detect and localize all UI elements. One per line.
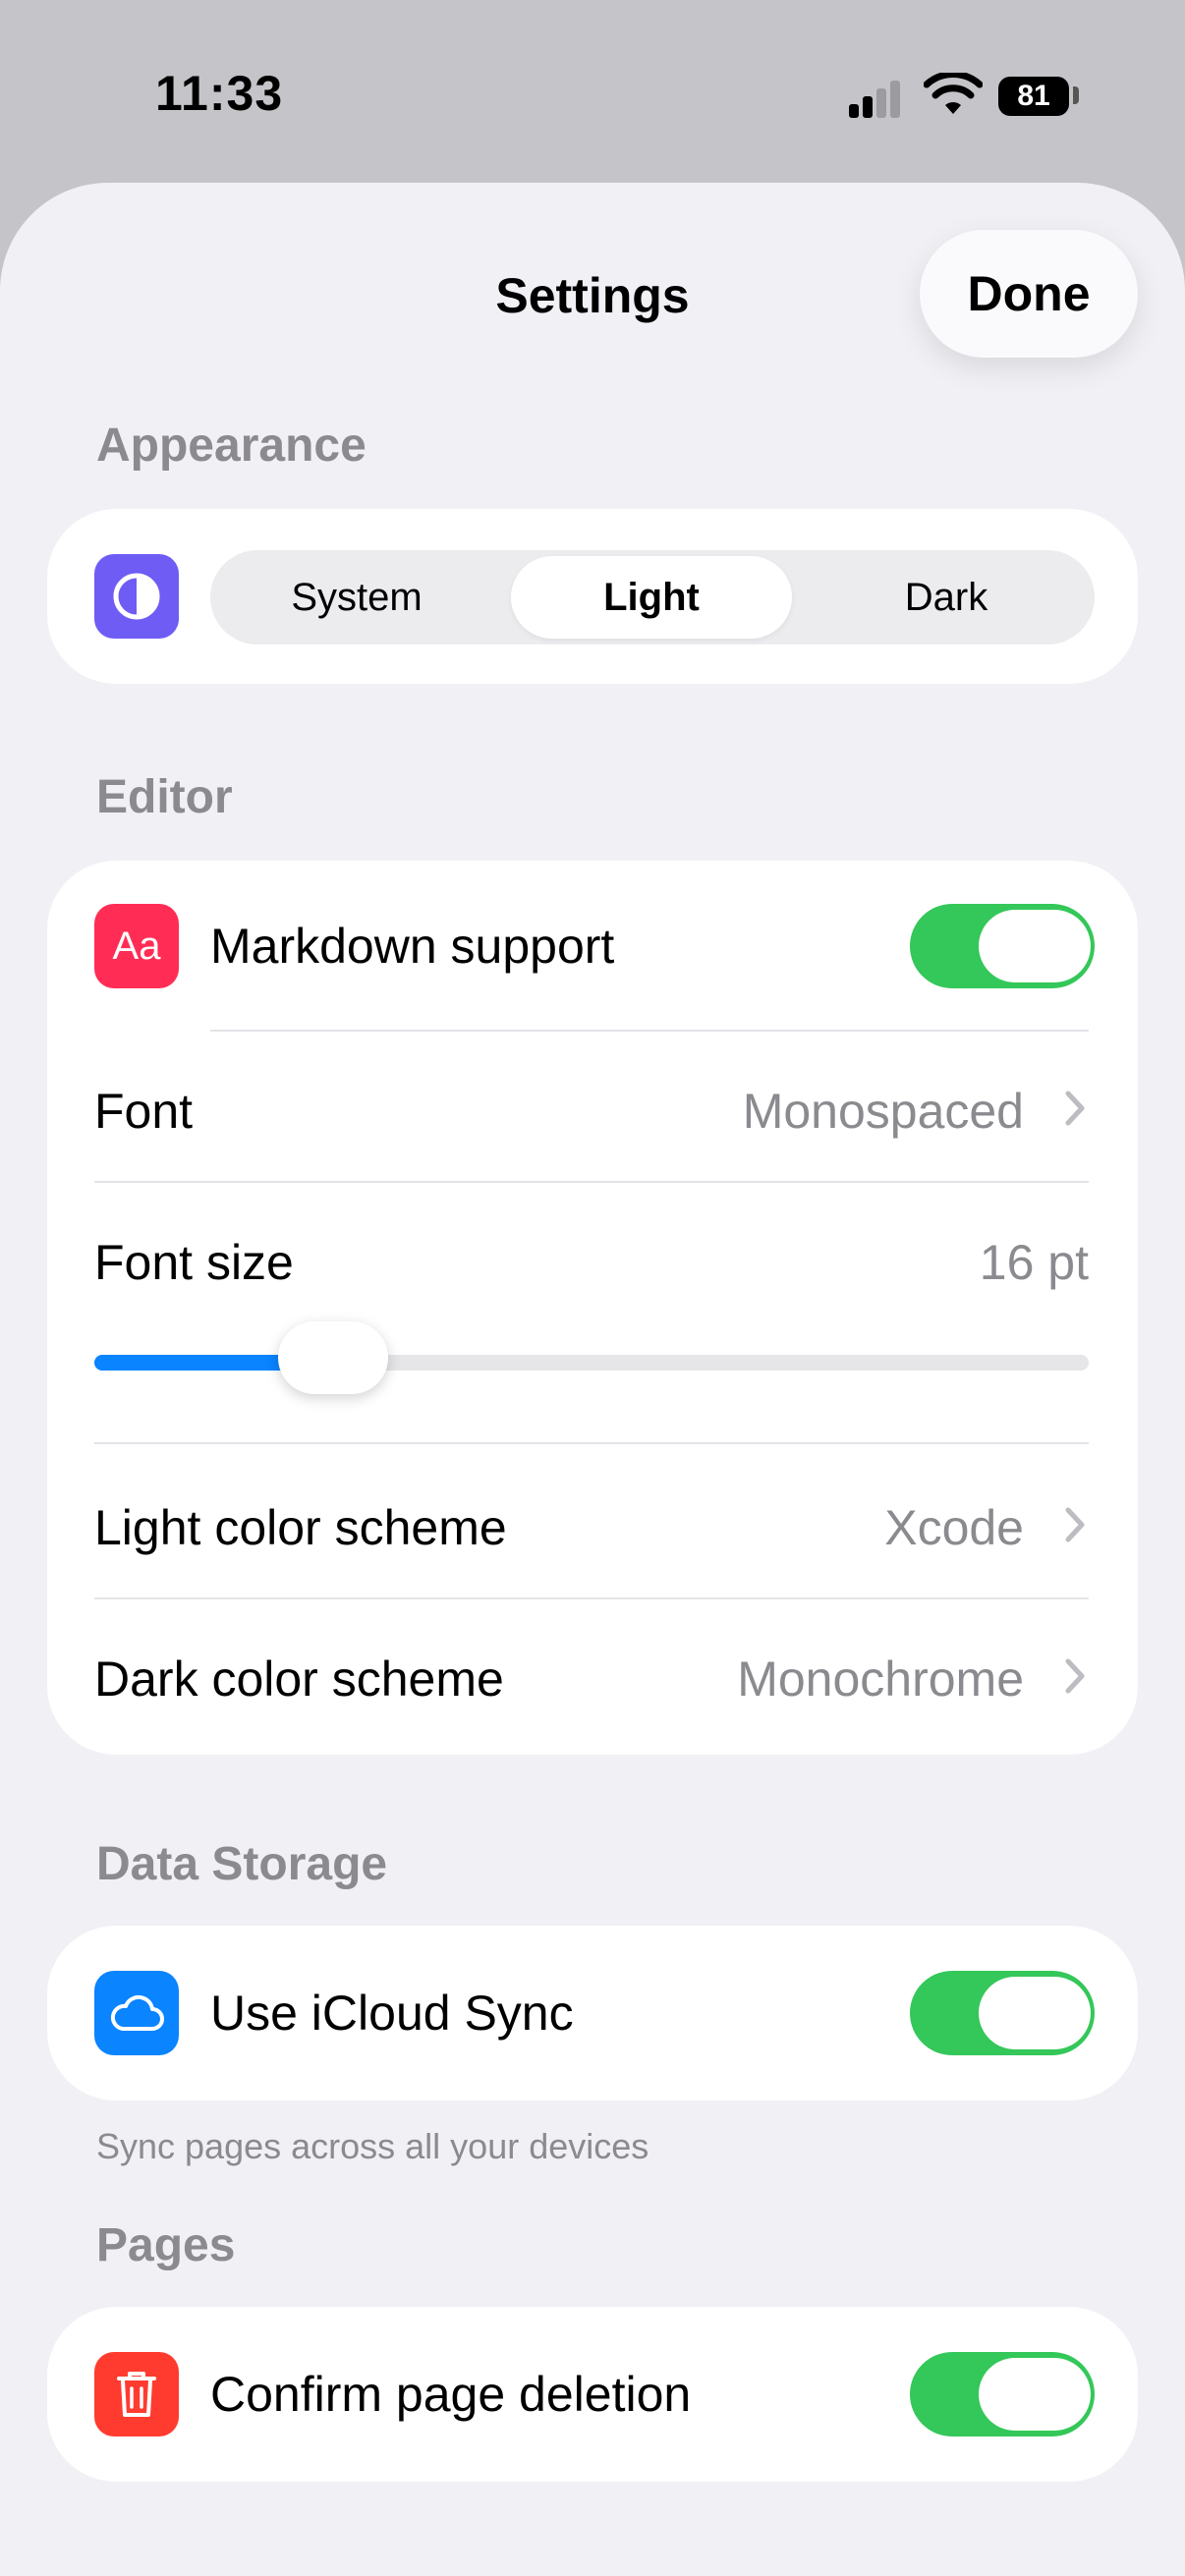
appearance-card: System Light Dark bbox=[47, 509, 1138, 684]
markdown-icon: Aa bbox=[94, 904, 179, 988]
dark-scheme-label: Dark color scheme bbox=[94, 1652, 504, 1707]
markdown-label: Markdown support bbox=[210, 919, 615, 974]
trash-icon bbox=[94, 2352, 179, 2436]
font-size-slider-track[interactable] bbox=[94, 1355, 1089, 1371]
icloud-footer-note: Sync pages across all your devices bbox=[96, 2126, 649, 2166]
section-header-pages: Pages bbox=[96, 2219, 236, 2271]
section-header-appearance: Appearance bbox=[96, 420, 367, 472]
settings-sheet: Settings Done Appearance System Light Da… bbox=[0, 183, 1185, 2576]
segment-dark[interactable]: Dark bbox=[806, 556, 1087, 639]
appearance-segmented-control: System Light Dark bbox=[210, 550, 1095, 644]
status-bar: 11:33 81 bbox=[0, 0, 1185, 187]
toggle-knob bbox=[979, 910, 1091, 982]
divider bbox=[94, 1181, 1089, 1183]
light-scheme-label: Light color scheme bbox=[94, 1500, 507, 1555]
dark-scheme-value[interactable]: Monochrome bbox=[737, 1651, 1024, 1708]
contrast-icon bbox=[94, 554, 179, 639]
confirm-deletion-toggle[interactable] bbox=[910, 2352, 1095, 2436]
chevron-right-icon bbox=[1065, 1507, 1085, 1542]
divider bbox=[210, 1030, 1089, 1032]
cellular-signal-icon bbox=[849, 79, 908, 118]
divider bbox=[94, 1597, 1089, 1599]
font-value[interactable]: Monospaced bbox=[743, 1083, 1024, 1140]
font-label: Font bbox=[94, 1084, 194, 1139]
editor-card: Aa Markdown support Font Monospaced Font… bbox=[47, 861, 1138, 1755]
chevron-right-icon bbox=[1065, 1658, 1085, 1694]
section-header-data-storage: Data Storage bbox=[96, 1838, 388, 1890]
confirm-deletion-label: Confirm page deletion bbox=[210, 2367, 692, 2422]
toggle-knob bbox=[979, 2358, 1091, 2431]
segment-light[interactable]: Light bbox=[511, 556, 792, 639]
font-size-value: 16 pt bbox=[979, 1235, 1089, 1290]
done-button[interactable]: Done bbox=[920, 230, 1138, 358]
markdown-toggle[interactable] bbox=[910, 904, 1095, 988]
pages-card: Confirm page deletion bbox=[47, 2307, 1138, 2482]
battery-icon: 81 bbox=[998, 77, 1069, 116]
icloud-sync-label: Use iCloud Sync bbox=[210, 1986, 574, 2041]
section-header-editor: Editor bbox=[96, 771, 233, 823]
light-scheme-value[interactable]: Xcode bbox=[884, 1499, 1024, 1556]
segment-system[interactable]: System bbox=[216, 556, 497, 639]
font-size-label: Font size bbox=[94, 1235, 294, 1290]
data-storage-card: Use iCloud Sync bbox=[47, 1926, 1138, 2100]
toggle-knob bbox=[979, 1977, 1091, 2049]
status-time: 11:33 bbox=[155, 66, 284, 121]
cloud-icon bbox=[94, 1971, 179, 2055]
chevron-right-icon bbox=[1065, 1091, 1085, 1126]
wifi-icon bbox=[924, 73, 983, 114]
divider bbox=[94, 1442, 1089, 1444]
icloud-sync-toggle[interactable] bbox=[910, 1971, 1095, 2055]
font-size-slider-thumb[interactable] bbox=[277, 1321, 388, 1394]
battery-cap bbox=[1073, 86, 1079, 104]
